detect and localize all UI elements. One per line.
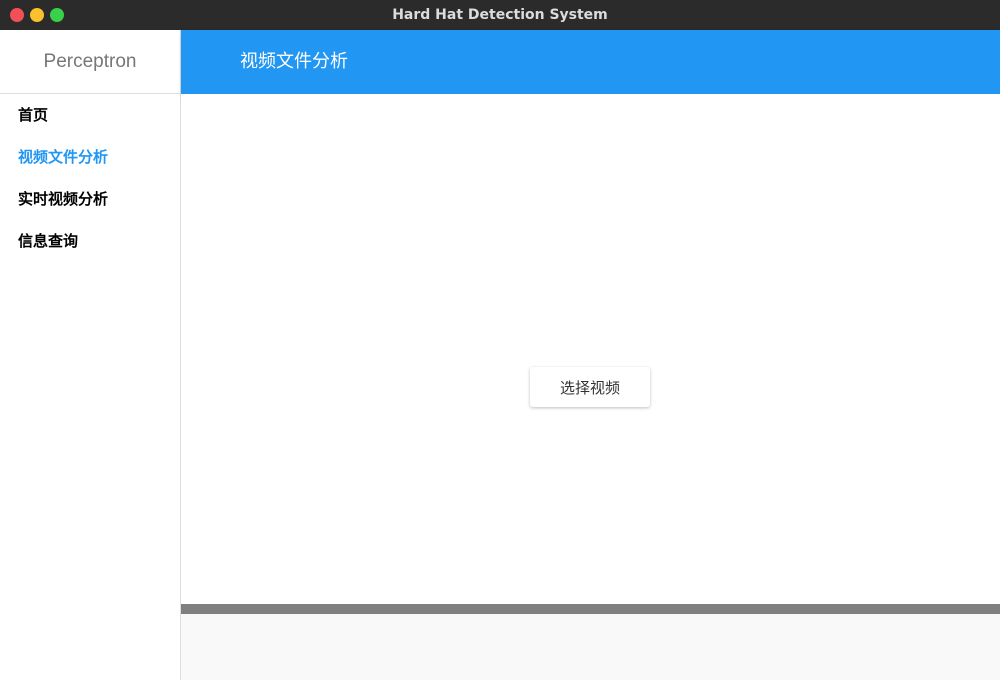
video-progress-track[interactable]: [181, 604, 1000, 614]
footer-panel: [181, 614, 1000, 680]
brand-logo: Perceptron: [0, 30, 180, 94]
sidebar-item-realtime-video-analysis[interactable]: 实时视频分析: [0, 178, 180, 220]
close-window-button[interactable]: [10, 8, 24, 22]
page-title: 视频文件分析: [181, 30, 1000, 94]
window-titlebar: Hard Hat Detection System: [0, 0, 1000, 30]
minimize-window-button[interactable]: [30, 8, 44, 22]
sidebar-item-info-query[interactable]: 信息查询: [0, 220, 180, 262]
window-title: Hard Hat Detection System: [392, 7, 608, 23]
sidebar: Perceptron 首页 视频文件分析 实时视频分析 信息查询: [0, 30, 181, 680]
sidebar-item-video-file-analysis[interactable]: 视频文件分析: [0, 136, 180, 178]
sidebar-item-home[interactable]: 首页: [0, 94, 180, 136]
maximize-window-button[interactable]: [50, 8, 64, 22]
main-content: 选择视频: [181, 94, 1000, 604]
select-video-button[interactable]: 选择视频: [530, 367, 650, 407]
